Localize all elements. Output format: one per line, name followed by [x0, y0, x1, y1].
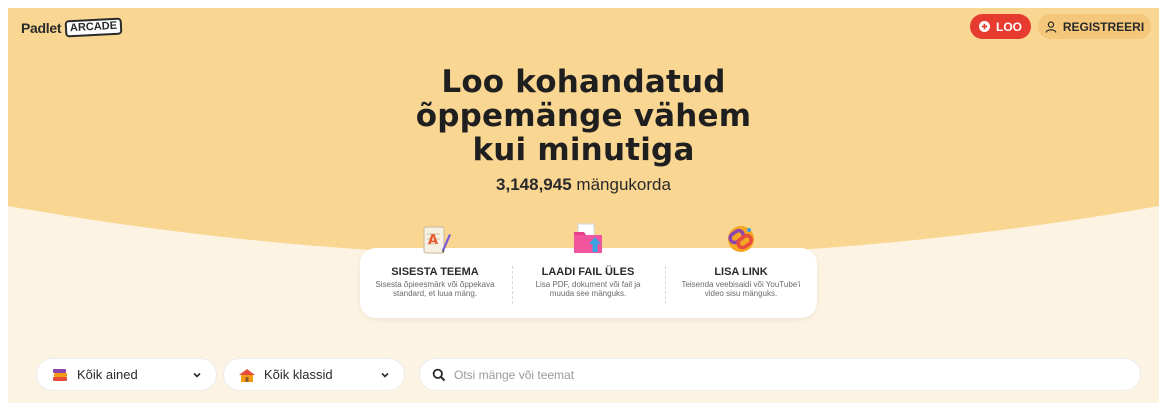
option-title: LAADI FAIL ÜLES [541, 266, 635, 278]
create-button-label: LOO [996, 19, 1022, 34]
create-options-card: A SISESTA TEEMA Sisesta õpieesmärk või õ… [360, 223, 817, 318]
option-title: SISESTA TEEMA [391, 266, 479, 278]
create-button[interactable]: LOO [970, 14, 1031, 39]
user-icon [1045, 20, 1057, 33]
subjects-dropdown[interactable]: Kõik ained [36, 358, 217, 391]
svg-text:A: A [428, 233, 438, 248]
search-input[interactable]: Otsi mänge või teemat [454, 368, 574, 382]
play-count: 3,148,945 mängukorda [308, 175, 859, 195]
logo-badge: ARCADE [64, 17, 123, 38]
option-description: Lisa PDF, dokument või fail ja muuda see… [535, 280, 641, 298]
books-icon [51, 366, 69, 384]
option-title: LISA LINK [714, 266, 768, 278]
logo-word: Padlet [21, 19, 62, 36]
logo[interactable]: Padlet ARCADE [21, 17, 123, 38]
school-icon [238, 366, 256, 384]
chevron-down-icon [193, 372, 201, 378]
hero-title: Loo kohandatud õppemänge vähem kui minut… [308, 65, 859, 167]
plus-circle-icon [979, 21, 990, 32]
grades-dropdown[interactable]: Kõik klassid [223, 358, 405, 391]
grades-dropdown-label: Kõik klassid [264, 367, 333, 382]
chevron-down-icon [381, 372, 389, 378]
subjects-dropdown-label: Kõik ained [77, 367, 138, 382]
page-canvas: Padlet ARCADE LOO REGISTREERI Loo kohand… [8, 8, 1159, 403]
play-count-suffix: mängukorda [576, 175, 671, 194]
upload-folder-icon [574, 223, 602, 253]
option-description: Sisesta õpieesmärk või õppekava standard… [375, 280, 495, 298]
hero-title-line1: Loo kohandatud [441, 64, 726, 100]
writing-pad-icon: A [423, 226, 451, 254]
register-button[interactable]: REGISTREERI [1038, 14, 1151, 39]
register-button-label: REGISTREERI [1062, 19, 1145, 34]
play-count-number: 3,148,945 [496, 175, 572, 194]
hero-title-line2: õppemänge vähem [415, 98, 752, 134]
hero-title-line3: kui minutiga [472, 132, 695, 168]
link-chain-icon [728, 226, 754, 252]
search-field[interactable]: Otsi mänge või teemat [419, 358, 1141, 391]
option-description: Teisenda veebisaidi või YouTube'i video … [681, 280, 801, 298]
search-icon [432, 368, 446, 381]
